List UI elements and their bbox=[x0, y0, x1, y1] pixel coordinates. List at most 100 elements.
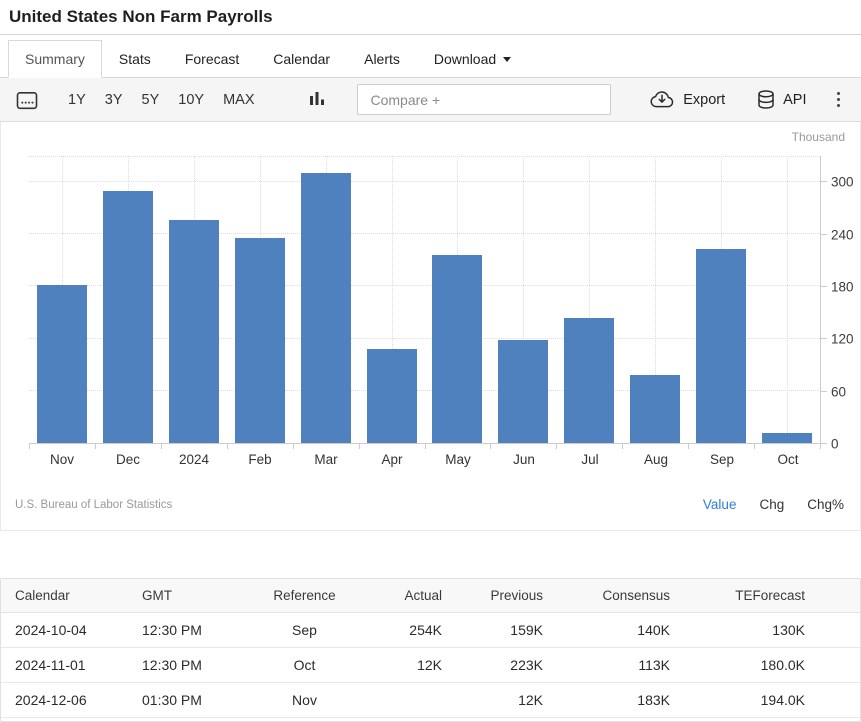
axis-tick bbox=[227, 444, 228, 449]
column-header: Calendar bbox=[1, 579, 142, 613]
table-cell: 159K bbox=[442, 613, 543, 648]
y-axis-label: 180 bbox=[831, 279, 854, 294]
bar-chart-icon[interactable] bbox=[310, 91, 325, 108]
range-10y[interactable]: 10Y bbox=[178, 92, 204, 108]
x-axis-label: Oct bbox=[755, 452, 821, 467]
range-max[interactable]: MAX bbox=[223, 92, 254, 108]
table-header-row: CalendarGMTReferenceActualPreviousConsen… bbox=[1, 579, 860, 613]
table-cell: 12:30 PM bbox=[142, 648, 242, 683]
compare-input[interactable] bbox=[357, 84, 611, 115]
bar-sep[interactable] bbox=[696, 249, 746, 443]
x-axis-label: Jun bbox=[491, 452, 557, 467]
export-label: Export bbox=[683, 92, 725, 108]
table-cell: 223K bbox=[442, 648, 543, 683]
kebab-menu-icon[interactable] bbox=[835, 90, 843, 110]
x-axis-label: Apr bbox=[359, 452, 425, 467]
column-header: Previous bbox=[442, 579, 543, 613]
tab-calendar[interactable]: Calendar bbox=[256, 40, 347, 78]
bar-nov[interactable] bbox=[37, 285, 87, 443]
chart-bar-cell bbox=[161, 156, 227, 443]
bar-dec[interactable] bbox=[103, 191, 153, 443]
range-buttons: 1Y 3Y 5Y 10Y MAX bbox=[68, 92, 254, 108]
table-cell: 183K bbox=[543, 683, 670, 718]
x-axis-label: May bbox=[425, 452, 491, 467]
table-row[interactable]: 2024-12-0601:30 PMNov12K183K194.0K bbox=[1, 683, 860, 718]
column-header: Actual bbox=[367, 579, 442, 613]
bar-may[interactable] bbox=[432, 255, 482, 443]
tab-label: Forecast bbox=[185, 51, 239, 67]
tab-download[interactable]: Download bbox=[417, 40, 528, 78]
tab-forecast[interactable]: Forecast bbox=[168, 40, 256, 78]
tab-label: Alerts bbox=[364, 51, 400, 67]
chart-bar-cell bbox=[425, 156, 491, 443]
tab-bar: Summary Stats Forecast Calendar Alerts Downlo… bbox=[0, 35, 861, 78]
range-3y[interactable]: 3Y bbox=[105, 92, 123, 108]
table-cell: Oct bbox=[242, 648, 367, 683]
table-cell: 01:30 PM bbox=[142, 683, 242, 718]
bar-oct[interactable] bbox=[762, 433, 812, 443]
bar-aug[interactable] bbox=[630, 375, 680, 443]
toolbar: 1Y 3Y 5Y 10Y MAX Export API bbox=[0, 78, 861, 122]
axis-tick bbox=[821, 391, 827, 392]
axis-tick bbox=[821, 286, 827, 287]
column-header: Consensus bbox=[543, 579, 670, 613]
gridline bbox=[787, 156, 788, 443]
column-header: TEForecast bbox=[670, 579, 860, 613]
table-row[interactable]: 2024-11-0112:30 PMOct12K223K113K180.0K bbox=[1, 648, 860, 683]
calendar-icon[interactable] bbox=[16, 90, 38, 110]
x-axis-label: Aug bbox=[623, 452, 689, 467]
axis-tick bbox=[161, 444, 162, 449]
x-axis-label: 2024 bbox=[161, 452, 227, 467]
table-cell: 254K bbox=[367, 613, 442, 648]
tab-summary[interactable]: Summary bbox=[8, 40, 102, 78]
axis-tick bbox=[821, 338, 827, 339]
chart-source: U.S. Bureau of Labor Statistics bbox=[15, 499, 172, 511]
bar-jun[interactable] bbox=[498, 340, 548, 443]
tab-alerts[interactable]: Alerts bbox=[347, 40, 417, 78]
page-title: United States Non Farm Payrolls bbox=[0, 0, 861, 35]
spacer bbox=[0, 531, 861, 578]
table-row[interactable]: 2024-10-0412:30 PMSep254K159K140K130K bbox=[1, 613, 860, 648]
axis-tick bbox=[490, 444, 491, 449]
tab-stats[interactable]: Stats bbox=[102, 40, 168, 78]
chart-bar-cell bbox=[688, 156, 754, 443]
x-axis-label: Sep bbox=[689, 452, 755, 467]
table-cell bbox=[367, 683, 442, 718]
y-axis-label: 240 bbox=[831, 227, 854, 242]
chart-plot bbox=[29, 156, 821, 444]
mode-value[interactable]: Value bbox=[703, 497, 737, 512]
table-cell: 12K bbox=[367, 648, 442, 683]
table-cell: 12K bbox=[442, 683, 543, 718]
x-axis-label: Mar bbox=[293, 452, 359, 467]
chart-bar-cell bbox=[29, 156, 95, 443]
bar-mar[interactable] bbox=[301, 173, 351, 443]
table-cell: 130K bbox=[670, 613, 860, 648]
chart-modes: Value Chg Chg% bbox=[703, 497, 844, 512]
api-label: API bbox=[783, 92, 806, 108]
api-button[interactable]: API bbox=[757, 90, 806, 110]
axis-tick bbox=[821, 443, 827, 444]
mode-chgpct[interactable]: Chg% bbox=[807, 497, 844, 512]
export-button[interactable]: Export bbox=[649, 90, 725, 109]
range-1y[interactable]: 1Y bbox=[68, 92, 86, 108]
axis-tick bbox=[820, 444, 821, 449]
chart-yaxis: 060120180240300 bbox=[821, 156, 861, 444]
axis-tick bbox=[556, 444, 557, 449]
chart-unit-label: Thousand bbox=[792, 130, 845, 144]
chevron-down-icon bbox=[503, 57, 511, 62]
table-cell: 12:30 PM bbox=[142, 613, 242, 648]
column-header: GMT bbox=[142, 579, 242, 613]
bar-apr[interactable] bbox=[367, 349, 417, 443]
bar-2024[interactable] bbox=[169, 220, 219, 443]
tab-label: Summary bbox=[25, 51, 85, 67]
x-axis-label: Jul bbox=[557, 452, 623, 467]
chart-footer: U.S. Bureau of Labor Statistics Value Chg… bbox=[1, 497, 860, 512]
mode-chg[interactable]: Chg bbox=[759, 497, 784, 512]
table-cell: 113K bbox=[543, 648, 670, 683]
range-5y[interactable]: 5Y bbox=[142, 92, 160, 108]
bar-feb[interactable] bbox=[235, 238, 285, 443]
bar-jul[interactable] bbox=[564, 318, 614, 443]
axis-tick bbox=[359, 444, 360, 449]
x-axis-label: Feb bbox=[227, 452, 293, 467]
chart-bar-cell bbox=[227, 156, 293, 443]
